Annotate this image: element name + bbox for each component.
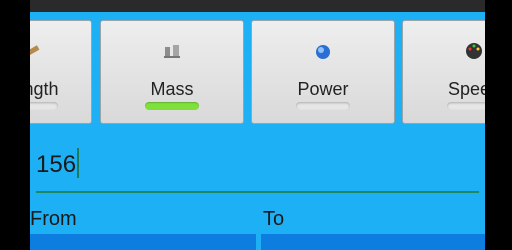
ruler-icon <box>30 41 41 61</box>
category-tiles: Length Mass Power <box>30 12 485 124</box>
category-tile-power[interactable]: Power <box>251 20 395 124</box>
category-indicator <box>447 102 485 110</box>
right-edge <box>485 0 512 250</box>
weights-icon <box>162 41 182 61</box>
value-input[interactable]: 156 <box>30 124 485 200</box>
category-label: Length <box>30 79 59 99</box>
converter-app: Length Mass Power <box>30 0 485 250</box>
category-label: Speed <box>447 79 485 99</box>
left-edge <box>0 0 30 250</box>
from-label: From <box>30 208 77 230</box>
to-label: To <box>263 208 285 230</box>
to-unit-list[interactable] <box>261 234 485 250</box>
value-input-value: 156 <box>36 151 77 178</box>
category-label: Mass <box>150 79 194 99</box>
category-indicator <box>145 102 199 110</box>
category-tile-length[interactable]: Length <box>30 20 92 124</box>
category-indicator <box>30 102 58 110</box>
category-tile-speed[interactable]: Speed <box>402 20 485 124</box>
speedometer-icon <box>464 41 484 61</box>
status-strip <box>30 0 485 12</box>
category-indicator <box>296 102 350 110</box>
text-cursor <box>77 148 80 178</box>
input-underline <box>36 191 479 193</box>
from-unit-list[interactable] <box>30 234 256 250</box>
value-input-text[interactable]: 156 <box>36 148 80 179</box>
category-label: Power <box>297 79 349 99</box>
power-icon <box>313 41 333 61</box>
category-tile-mass[interactable]: Mass <box>100 20 244 124</box>
